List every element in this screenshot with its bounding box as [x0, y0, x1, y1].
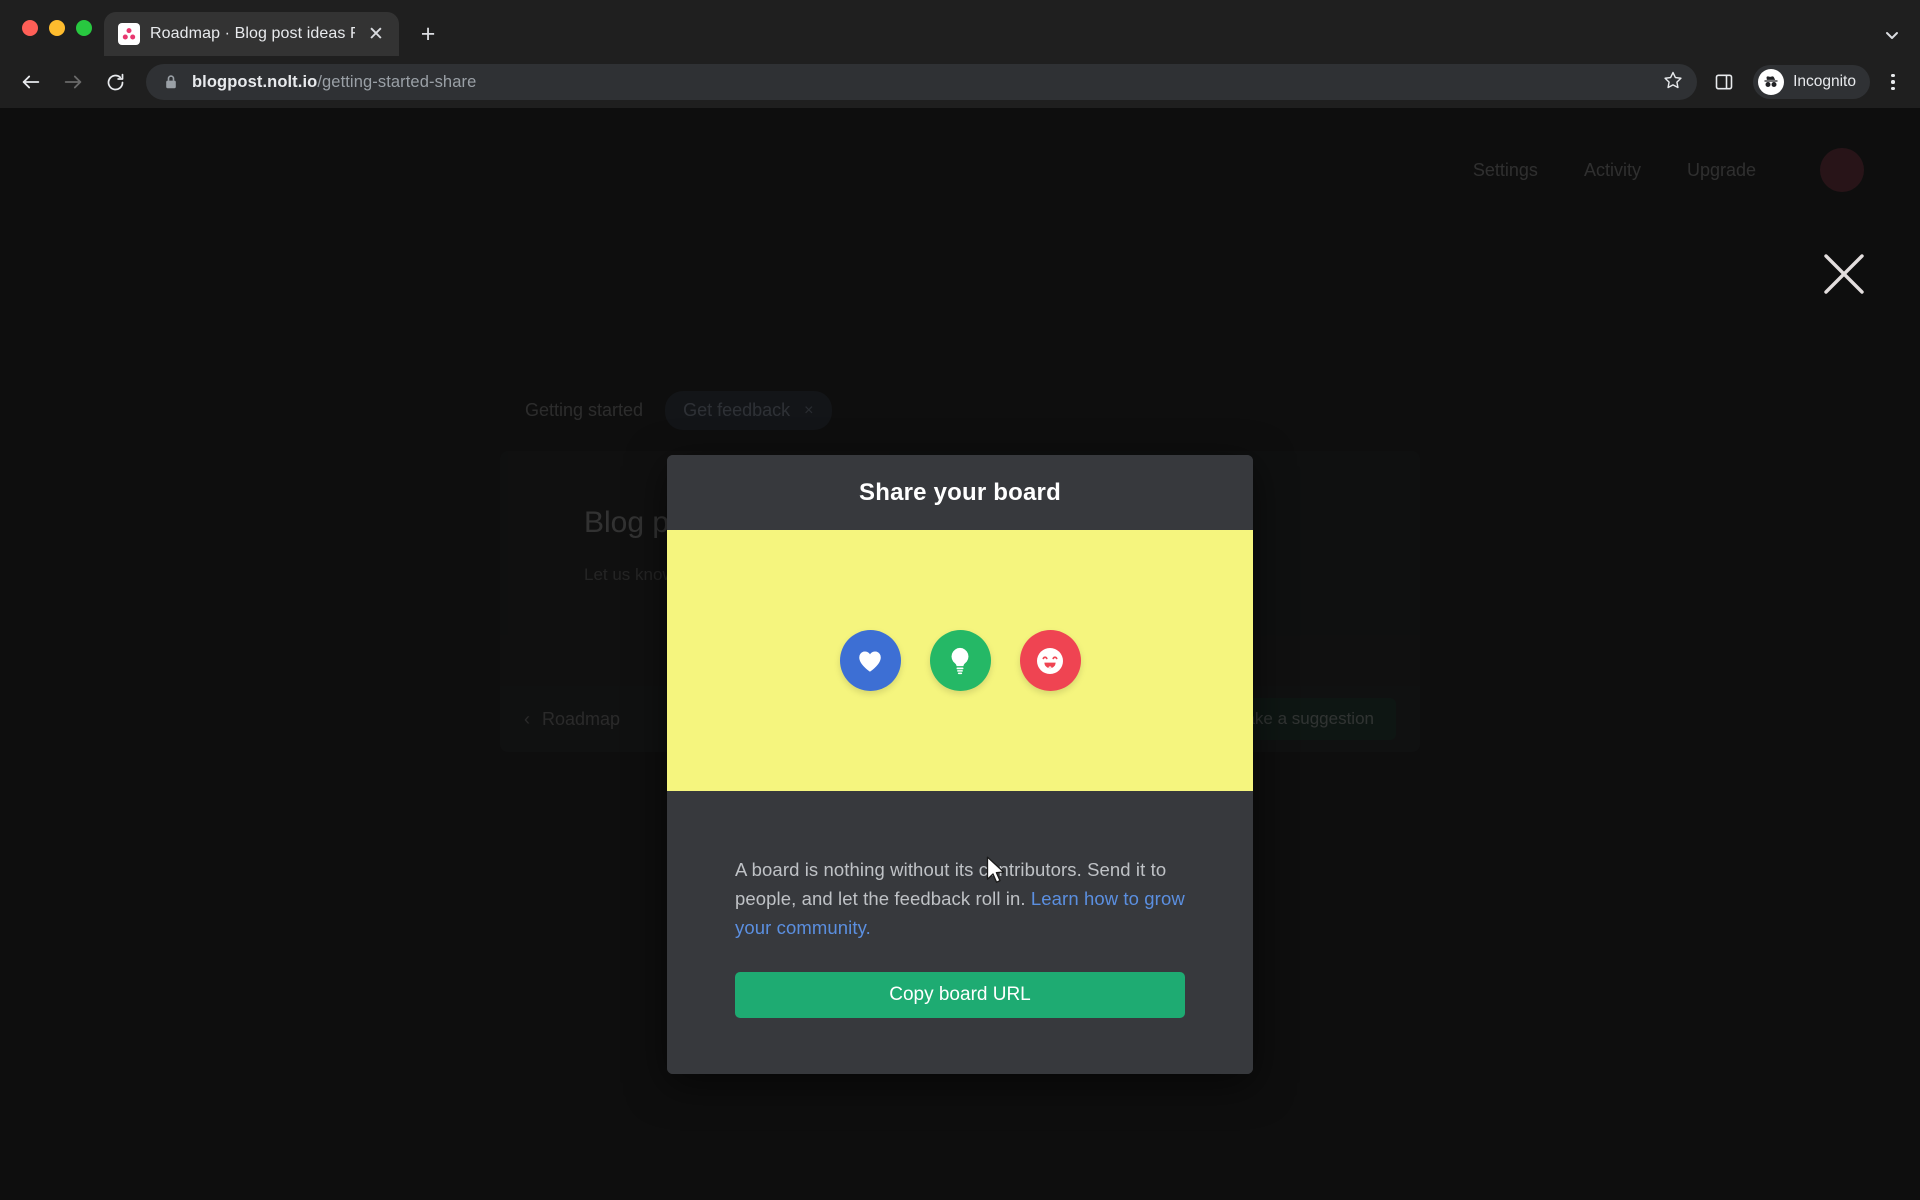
maximize-window-button[interactable] [76, 20, 92, 36]
browser-toolbar: blogpost.nolt.io/getting-started-share I… [0, 56, 1920, 108]
incognito-hat-glasses-icon [1758, 69, 1785, 95]
back-button[interactable] [12, 63, 50, 101]
url-domain: blogpost.nolt.io [192, 72, 318, 91]
app-tab-getting-started[interactable]: Getting started [525, 400, 643, 421]
lightbulb-icon [929, 630, 991, 691]
app-tab-dismiss-icon[interactable]: × [804, 402, 813, 420]
heart-icon [839, 630, 901, 691]
browser-tab[interactable]: Roadmap · Blog post ideas Fee ✕ [104, 12, 399, 56]
modal-description: A board is nothing without its contribut… [735, 855, 1185, 942]
share-board-modal: Share your board A board is nothing with… [667, 455, 1253, 1074]
smiley-face-icon [1019, 630, 1081, 691]
window-traffic-lights [14, 0, 104, 56]
address-bar-url: blogpost.nolt.io/getting-started-share [192, 73, 1651, 92]
minimize-window-button[interactable] [49, 20, 65, 36]
three-dot-menu-icon[interactable] [1878, 73, 1908, 91]
incognito-label: Incognito [1793, 73, 1856, 90]
app-tab-bar: Getting started Get feedback × [525, 391, 832, 430]
app-tab-get-feedback-label: Get feedback [683, 400, 791, 420]
browser-window: Roadmap · Blog post ideas Fee ✕ + [0, 0, 1920, 1200]
tab-strip: Roadmap · Blog post ideas Fee ✕ + [0, 0, 1920, 56]
nav-link-settings[interactable]: Settings [1473, 160, 1538, 181]
nolt-dots-favicon [118, 23, 140, 45]
lock-icon [164, 74, 180, 90]
close-x-icon[interactable] [1818, 248, 1870, 300]
modal-illustration-banner [667, 530, 1253, 791]
bookmark-star-icon[interactable] [1663, 70, 1683, 95]
chevron-left-icon: ‹ [524, 708, 530, 729]
chevron-down-icon[interactable] [1882, 25, 1902, 50]
tab-title: Roadmap · Blog post ideas Fee [150, 25, 355, 42]
tab-strip-right-controls [1882, 25, 1902, 50]
app-tab-get-feedback[interactable]: Get feedback × [665, 391, 832, 430]
modal-title: Share your board [859, 478, 1061, 506]
close-window-button[interactable] [22, 20, 38, 36]
board-footer-roadmap-label: Roadmap [542, 708, 621, 729]
page-viewport: Settings Activity Upgrade Getting starte… [0, 108, 1920, 1200]
nav-link-upgrade[interactable]: Upgrade [1687, 160, 1756, 181]
nav-link-activity[interactable]: Activity [1584, 160, 1641, 181]
side-panel-icon[interactable] [1705, 63, 1743, 101]
url-path: /getting-started-share [317, 72, 477, 91]
forward-button[interactable] [54, 63, 92, 101]
new-tab-button[interactable]: + [411, 17, 445, 51]
modal-header: Share your board [667, 455, 1253, 530]
copy-board-url-button[interactable]: Copy board URL [735, 972, 1185, 1018]
incognito-indicator[interactable]: Incognito [1753, 65, 1870, 99]
user-avatar[interactable] [1820, 148, 1864, 192]
modal-body: A board is nothing without its contribut… [667, 791, 1253, 1074]
reload-button[interactable] [96, 63, 134, 101]
tab-close-icon[interactable]: ✕ [365, 23, 387, 45]
address-bar[interactable]: blogpost.nolt.io/getting-started-share [146, 64, 1698, 100]
board-footer-roadmap-link[interactable]: ‹ Roadmap [524, 709, 620, 730]
app-top-nav: Settings Activity Upgrade [1473, 148, 1864, 192]
